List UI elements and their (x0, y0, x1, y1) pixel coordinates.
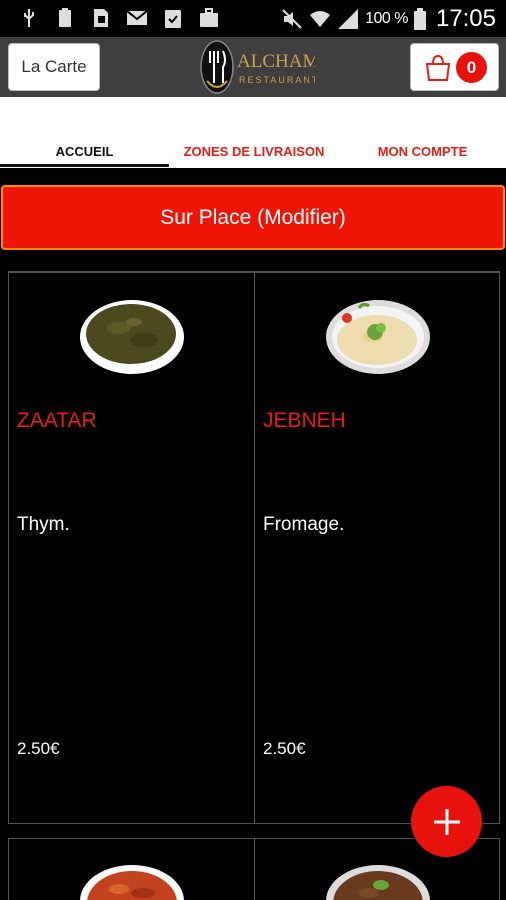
svg-text:RESTAURANT: RESTAURANT (239, 75, 315, 85)
cart-button[interactable]: 0 (410, 43, 499, 91)
tab-zones-de-livraison[interactable]: ZONES DE LIVRAISON (169, 144, 339, 159)
alchamy-logo[interactable]: ALCHAMY RESTAURANT (197, 37, 315, 97)
product-name: ZAATAR (17, 409, 97, 432)
tab-accueil[interactable]: ACCUEIL (0, 144, 169, 159)
nav-tabs: ACCUEIL ZONES DE LIVRAISON MON COMPTE (0, 97, 506, 168)
wifi-icon (310, 11, 331, 27)
product-card-partial[interactable] (8, 838, 255, 900)
product-card-zaatar[interactable]: ZAATAR Thym. 2.50€ (8, 273, 255, 824)
product-description: Thym. (17, 514, 70, 535)
clock: 17:05 (435, 5, 496, 32)
jebneh-flatbread-image (326, 300, 430, 374)
zaatar-flatbread-image (80, 300, 184, 374)
product-price: 2.50€ (17, 739, 60, 758)
usb-icon (24, 9, 34, 27)
order-mode-button[interactable]: Sur Place (Modifier) (1, 185, 505, 250)
product-card-jebneh[interactable]: JEBNEH Fromage. 2.50€ (254, 273, 500, 824)
svg-text:ALCHAMY: ALCHAMY (237, 51, 315, 72)
product-description: Fromage. (263, 514, 345, 535)
battery-saver-icon (59, 8, 71, 27)
food-dish-image (80, 865, 184, 900)
product-price: 2.50€ (263, 739, 306, 758)
product-name: JEBNEH (263, 409, 346, 432)
cart-count-badge: 0 (456, 52, 487, 83)
clipboard-check-icon (165, 10, 181, 28)
status-system: 100 % 17:05 (281, 5, 496, 33)
signal-icon (338, 9, 359, 29)
tab-mon-compte[interactable]: MON COMPTE (339, 144, 506, 159)
briefcase-icon (200, 8, 218, 27)
food-dish-image (326, 865, 430, 900)
battery-percent: 100 % (365, 10, 408, 27)
add-fab-button[interactable] (411, 786, 482, 857)
battery-icon (413, 8, 426, 30)
plus-icon (433, 808, 460, 835)
mail-icon (126, 10, 148, 25)
app-bar: La Carte ALCHAMY RESTAURANT 0 (0, 37, 506, 97)
la-carte-button[interactable]: La Carte (8, 43, 100, 91)
status-notifications (18, 7, 220, 29)
sim-icon (94, 9, 108, 27)
active-tab-indicator (0, 164, 169, 167)
status-bar: 100 % 17:05 (0, 0, 506, 37)
shopping-bag-icon (425, 54, 451, 81)
mute-icon (282, 9, 302, 29)
